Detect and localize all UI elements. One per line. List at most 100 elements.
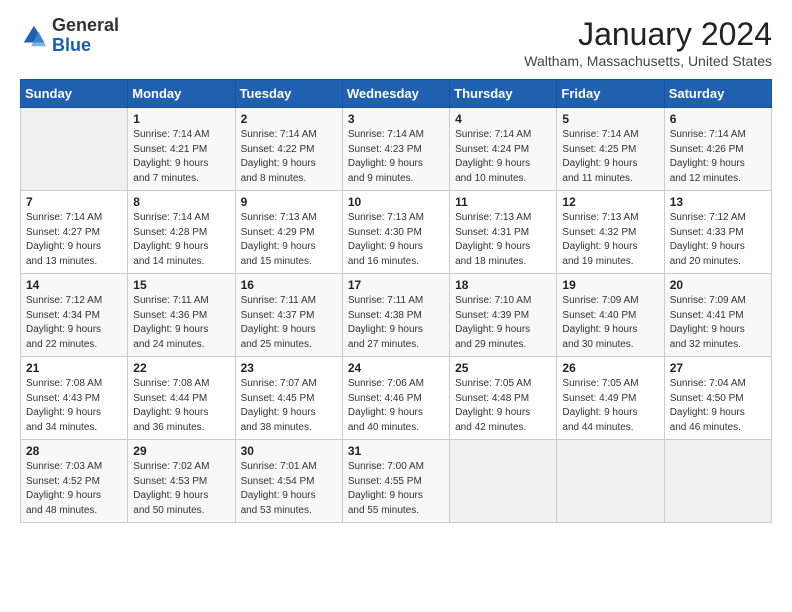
day-info: Sunrise: 7:13 AM Sunset: 4:30 PM Dayligh… bbox=[348, 211, 444, 269]
day-number: 9 bbox=[241, 195, 337, 209]
day-number: 14 bbox=[26, 278, 122, 292]
calendar-cell: 24 Sunrise: 7:06 AM Sunset: 4:46 PM Dayli… bbox=[342, 357, 449, 440]
day-number: 12 bbox=[562, 195, 658, 209]
day-info: Sunrise: 7:11 AM Sunset: 4:37 PM Dayligh… bbox=[241, 294, 337, 352]
day-number: 2 bbox=[241, 112, 337, 126]
day-number: 7 bbox=[26, 195, 122, 209]
day-info: Sunrise: 7:14 AM Sunset: 4:21 PM Dayligh… bbox=[133, 128, 229, 186]
calendar-table: SundayMondayTuesdayWednesdayThursdayFrid… bbox=[20, 79, 772, 523]
day-number: 24 bbox=[348, 361, 444, 375]
calendar-cell: 8 Sunrise: 7:14 AM Sunset: 4:28 PM Daylig… bbox=[128, 191, 235, 274]
calendar-cell: 20Sunrise: 7:09 AM Sunset: 4:41 PM Dayli… bbox=[664, 274, 771, 357]
day-number: 28 bbox=[26, 444, 122, 458]
day-info: Sunrise: 7:12 AM Sunset: 4:33 PM Dayligh… bbox=[670, 211, 766, 269]
weekday-header: Thursday bbox=[450, 80, 557, 108]
calendar-cell: 31Sunrise: 7:00 AM Sunset: 4:55 PM Dayli… bbox=[342, 440, 449, 523]
calendar-cell: 6Sunrise: 7:14 AM Sunset: 4:26 PM Daylig… bbox=[664, 108, 771, 191]
day-number: 10 bbox=[348, 195, 444, 209]
day-info: Sunrise: 7:13 AM Sunset: 4:31 PM Dayligh… bbox=[455, 211, 551, 269]
weekday-header: Friday bbox=[557, 80, 664, 108]
day-number: 19 bbox=[562, 278, 658, 292]
calendar-cell: 11 Sunrise: 7:13 AM Sunset: 4:31 PM Dayli… bbox=[450, 191, 557, 274]
day-info: Sunrise: 7:11 AM Sunset: 4:36 PM Dayligh… bbox=[133, 294, 229, 352]
calendar-cell: 10 Sunrise: 7:13 AM Sunset: 4:30 PM Dayli… bbox=[342, 191, 449, 274]
day-info: Sunrise: 7:07 AM Sunset: 4:45 PM Dayligh… bbox=[241, 377, 337, 435]
calendar-cell: 3 Sunrise: 7:14 AM Sunset: 4:23 PM Daylig… bbox=[342, 108, 449, 191]
day-number: 30 bbox=[241, 444, 337, 458]
day-info: Sunrise: 7:10 AM Sunset: 4:39 PM Dayligh… bbox=[455, 294, 551, 352]
weekday-header: Tuesday bbox=[235, 80, 342, 108]
day-info: Sunrise: 7:04 AM Sunset: 4:50 PM Dayligh… bbox=[670, 377, 766, 435]
calendar-cell: 22 Sunrise: 7:08 AM Sunset: 4:44 PM Dayli… bbox=[128, 357, 235, 440]
weekday-header: Sunday bbox=[21, 80, 128, 108]
day-info: Sunrise: 7:14 AM Sunset: 4:23 PM Dayligh… bbox=[348, 128, 444, 186]
calendar-cell: 1 Sunrise: 7:14 AM Sunset: 4:21 PM Daylig… bbox=[128, 108, 235, 191]
day-number: 29 bbox=[133, 444, 229, 458]
day-number: 1 bbox=[133, 112, 229, 126]
day-number: 25 bbox=[455, 361, 551, 375]
day-number: 21 bbox=[26, 361, 122, 375]
day-info: Sunrise: 7:09 AM Sunset: 4:41 PM Dayligh… bbox=[670, 294, 766, 352]
calendar-cell: 19 Sunrise: 7:09 AM Sunset: 4:40 PM Dayli… bbox=[557, 274, 664, 357]
day-info: Sunrise: 7:13 AM Sunset: 4:32 PM Dayligh… bbox=[562, 211, 658, 269]
day-info: Sunrise: 7:14 AM Sunset: 4:22 PM Dayligh… bbox=[241, 128, 337, 186]
day-number: 8 bbox=[133, 195, 229, 209]
weekday-header: Wednesday bbox=[342, 80, 449, 108]
calendar-cell: 29Sunrise: 7:02 AM Sunset: 4:53 PM Dayli… bbox=[128, 440, 235, 523]
day-info: Sunrise: 7:00 AM Sunset: 4:55 PM Dayligh… bbox=[348, 460, 444, 518]
day-number: 13 bbox=[670, 195, 766, 209]
calendar-week-row: 14 Sunrise: 7:12 AM Sunset: 4:34 PM Dayli… bbox=[21, 274, 772, 357]
calendar-cell bbox=[557, 440, 664, 523]
day-info: Sunrise: 7:05 AM Sunset: 4:49 PM Dayligh… bbox=[562, 377, 658, 435]
calendar-cell: 18 Sunrise: 7:10 AM Sunset: 4:39 PM Dayli… bbox=[450, 274, 557, 357]
weekday-header: Monday bbox=[128, 80, 235, 108]
weekday-row: SundayMondayTuesdayWednesdayThursdayFrid… bbox=[21, 80, 772, 108]
calendar-week-row: 21 Sunrise: 7:08 AM Sunset: 4:43 PM Dayli… bbox=[21, 357, 772, 440]
day-number: 15 bbox=[133, 278, 229, 292]
day-number: 18 bbox=[455, 278, 551, 292]
day-number: 6 bbox=[670, 112, 766, 126]
calendar-header: SundayMondayTuesdayWednesdayThursdayFrid… bbox=[21, 80, 772, 108]
calendar-cell: 28Sunrise: 7:03 AM Sunset: 4:52 PM Dayli… bbox=[21, 440, 128, 523]
day-number: 22 bbox=[133, 361, 229, 375]
day-number: 17 bbox=[348, 278, 444, 292]
location: Waltham, Massachusetts, United States bbox=[524, 53, 772, 69]
day-number: 26 bbox=[562, 361, 658, 375]
calendar-cell: 7Sunrise: 7:14 AM Sunset: 4:27 PM Daylig… bbox=[21, 191, 128, 274]
day-info: Sunrise: 7:12 AM Sunset: 4:34 PM Dayligh… bbox=[26, 294, 122, 352]
day-info: Sunrise: 7:11 AM Sunset: 4:38 PM Dayligh… bbox=[348, 294, 444, 352]
day-number: 5 bbox=[562, 112, 658, 126]
calendar-body: 1 Sunrise: 7:14 AM Sunset: 4:21 PM Daylig… bbox=[21, 108, 772, 523]
day-number: 11 bbox=[455, 195, 551, 209]
calendar-week-row: 7Sunrise: 7:14 AM Sunset: 4:27 PM Daylig… bbox=[21, 191, 772, 274]
logo-general: General bbox=[52, 16, 119, 36]
day-info: Sunrise: 7:05 AM Sunset: 4:48 PM Dayligh… bbox=[455, 377, 551, 435]
calendar-cell: 12 Sunrise: 7:13 AM Sunset: 4:32 PM Dayli… bbox=[557, 191, 664, 274]
calendar-cell: 26 Sunrise: 7:05 AM Sunset: 4:49 PM Dayli… bbox=[557, 357, 664, 440]
calendar-cell: 30 Sunrise: 7:01 AM Sunset: 4:54 PM Dayli… bbox=[235, 440, 342, 523]
logo-icon bbox=[20, 22, 48, 50]
calendar-week-row: 1 Sunrise: 7:14 AM Sunset: 4:21 PM Daylig… bbox=[21, 108, 772, 191]
day-number: 4 bbox=[455, 112, 551, 126]
day-info: Sunrise: 7:14 AM Sunset: 4:28 PM Dayligh… bbox=[133, 211, 229, 269]
day-info: Sunrise: 7:14 AM Sunset: 4:24 PM Dayligh… bbox=[455, 128, 551, 186]
day-info: Sunrise: 7:08 AM Sunset: 4:43 PM Dayligh… bbox=[26, 377, 122, 435]
day-info: Sunrise: 7:01 AM Sunset: 4:54 PM Dayligh… bbox=[241, 460, 337, 518]
day-info: Sunrise: 7:08 AM Sunset: 4:44 PM Dayligh… bbox=[133, 377, 229, 435]
day-info: Sunrise: 7:06 AM Sunset: 4:46 PM Dayligh… bbox=[348, 377, 444, 435]
calendar-cell: 14 Sunrise: 7:12 AM Sunset: 4:34 PM Dayli… bbox=[21, 274, 128, 357]
title-block: January 2024 Waltham, Massachusetts, Uni… bbox=[524, 16, 772, 69]
calendar-cell bbox=[450, 440, 557, 523]
day-number: 23 bbox=[241, 361, 337, 375]
page-header: General Blue January 2024 Waltham, Massa… bbox=[20, 16, 772, 69]
calendar-cell: 21 Sunrise: 7:08 AM Sunset: 4:43 PM Dayli… bbox=[21, 357, 128, 440]
calendar-cell: 2 Sunrise: 7:14 AM Sunset: 4:22 PM Daylig… bbox=[235, 108, 342, 191]
calendar-cell: 25 Sunrise: 7:05 AM Sunset: 4:48 PM Dayli… bbox=[450, 357, 557, 440]
calendar-cell bbox=[21, 108, 128, 191]
day-info: Sunrise: 7:09 AM Sunset: 4:40 PM Dayligh… bbox=[562, 294, 658, 352]
calendar-cell: 9Sunrise: 7:13 AM Sunset: 4:29 PM Daylig… bbox=[235, 191, 342, 274]
calendar-cell: 13 Sunrise: 7:12 AM Sunset: 4:33 PM Dayli… bbox=[664, 191, 771, 274]
day-number: 3 bbox=[348, 112, 444, 126]
calendar-week-row: 28Sunrise: 7:03 AM Sunset: 4:52 PM Dayli… bbox=[21, 440, 772, 523]
day-number: 16 bbox=[241, 278, 337, 292]
